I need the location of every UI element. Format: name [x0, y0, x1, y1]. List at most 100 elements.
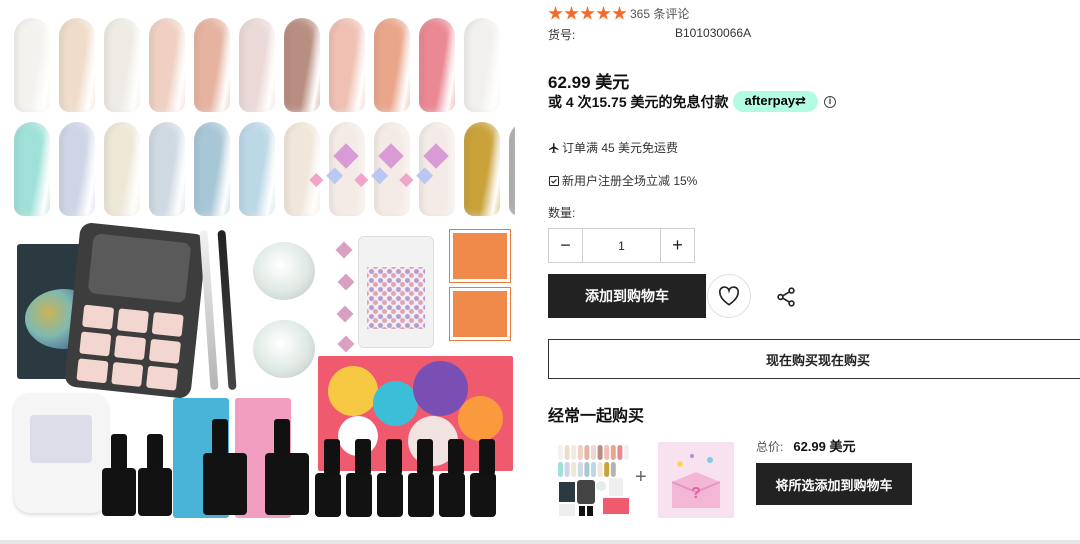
installment-text: 或 4 次15.75 美元的免息付款 [548, 93, 729, 110]
star-rating [548, 6, 627, 21]
bottle-graphic [439, 439, 465, 517]
star-icon [564, 6, 579, 20]
mini-nail-swatch [597, 462, 603, 477]
nail-swatch [59, 122, 95, 216]
mini-nail-swatch [624, 445, 629, 460]
installment-line: 或 4 次15.75 美元的免息付款 afterpay⇄ i [548, 91, 836, 112]
mini-nail-swatch [577, 462, 583, 477]
product-image[interactable] [10, 8, 515, 523]
mini-nail-swatch [558, 462, 563, 477]
nail-swatch [194, 122, 230, 216]
quantity-label: 数量: [548, 206, 576, 220]
palette-graphic [63, 221, 208, 400]
nail-swatch [149, 122, 185, 216]
plus-sign: + [635, 466, 647, 488]
nail-swatch [239, 18, 275, 112]
nail-swatch [59, 18, 95, 112]
plane-icon [549, 142, 559, 153]
bottle-graphic [102, 434, 136, 516]
nail-swatch [509, 122, 515, 216]
add-selected-to-cart-button[interactable]: 将所选添加到购物车 [756, 463, 912, 505]
afterpay-badge[interactable]: afterpay⇄ [732, 91, 818, 112]
nail-swatch [104, 18, 140, 112]
quantity-input[interactable] [583, 229, 660, 262]
quantity-plus-button[interactable]: + [660, 229, 694, 262]
bundle-product-image[interactable] [555, 442, 631, 518]
nail-swatches-row-2 [14, 122, 515, 216]
nail-swatch [329, 122, 365, 216]
rhinestone-bag-graphic [358, 236, 434, 348]
share-icon [777, 287, 795, 307]
perk-new-user: 新用户注册全场立减 15% [548, 172, 697, 189]
mini-nail-swatch [617, 445, 623, 460]
bottle-graphic [203, 419, 247, 515]
nail-swatch [374, 18, 410, 112]
bottle-graphic [408, 439, 434, 517]
bottle-graphic [138, 434, 172, 516]
star-icon [596, 6, 611, 20]
gem-graphic [337, 273, 355, 291]
nail-swatch [419, 18, 455, 112]
uv-lamp-graphic [14, 393, 108, 513]
quantity-minus-button[interactable]: − [549, 229, 583, 262]
bundle-total: 总价: 62.99 美元 [756, 436, 856, 455]
gem-graphic [335, 241, 353, 259]
wipes-graphic [449, 229, 511, 283]
nail-swatch [14, 18, 50, 112]
wipes-graphic [449, 287, 511, 341]
mini-nail-swatch [571, 462, 577, 477]
nail-swatch [14, 122, 50, 216]
quantity-stepper[interactable]: − + [548, 228, 695, 263]
sku-label: 货号: [548, 28, 576, 42]
review-count[interactable]: 365 条评论 [630, 5, 689, 22]
svg-text:?: ? [691, 485, 701, 502]
gem-graphic [336, 305, 354, 323]
bottle-graphic [315, 439, 341, 517]
total-value: 62.99 美元 [793, 439, 856, 454]
divider [0, 540, 1080, 544]
mini-nail-swatch [604, 462, 610, 477]
mini-nail-swatch [591, 462, 596, 477]
mini-nail-swatch [577, 445, 583, 460]
nail-swatch [284, 18, 320, 112]
add-to-cart-button[interactable]: 添加到购物车 [548, 274, 706, 318]
afterpay-arrow-icon: ⇄ [795, 93, 806, 108]
nail-swatch [149, 18, 185, 112]
powder-jar-graphic [253, 320, 315, 378]
gem-graphic [337, 335, 355, 353]
mini-nail-swatch [564, 462, 570, 477]
bottle-graphic [265, 419, 309, 515]
nail-swatch [419, 122, 455, 216]
total-label: 总价: [756, 440, 784, 454]
checkbox-icon [549, 175, 559, 186]
share-button[interactable] [772, 283, 800, 311]
star-icon [580, 6, 595, 20]
mini-nail-swatch [591, 445, 596, 460]
price: 62.99 美元 [548, 73, 630, 92]
nail-swatch [194, 18, 230, 112]
nail-swatches-row-1 [14, 18, 500, 112]
mini-nail-swatch [604, 445, 610, 460]
perk-free-shipping: 订单满 45 美元免运费 [548, 139, 678, 156]
nail-swatch [329, 18, 365, 112]
sku-value: B101030066A [675, 26, 752, 40]
bought-together-title: 经常一起购买 [548, 408, 645, 425]
star-icon [548, 6, 563, 20]
buy-now-button[interactable]: 现在购买现在购买 [548, 339, 1080, 379]
mini-nail-swatch [558, 445, 563, 460]
nail-swatch [284, 122, 320, 216]
wishlist-button[interactable] [707, 274, 751, 318]
nail-swatch [464, 18, 500, 112]
rating[interactable]: 365 条评论 [548, 5, 689, 22]
nail-swatch [464, 122, 500, 216]
nail-swatch [374, 122, 410, 216]
powder-jar-graphic [253, 242, 315, 300]
info-icon[interactable]: i [823, 95, 836, 108]
mini-nail-swatch [571, 445, 577, 460]
star-icon [612, 6, 627, 20]
heart-icon [718, 286, 740, 306]
bundle-mystery-image[interactable]: ? [658, 442, 734, 518]
bottle-graphic [346, 439, 372, 517]
mini-nail-swatch [610, 462, 616, 477]
mini-nail-swatch [610, 445, 616, 460]
